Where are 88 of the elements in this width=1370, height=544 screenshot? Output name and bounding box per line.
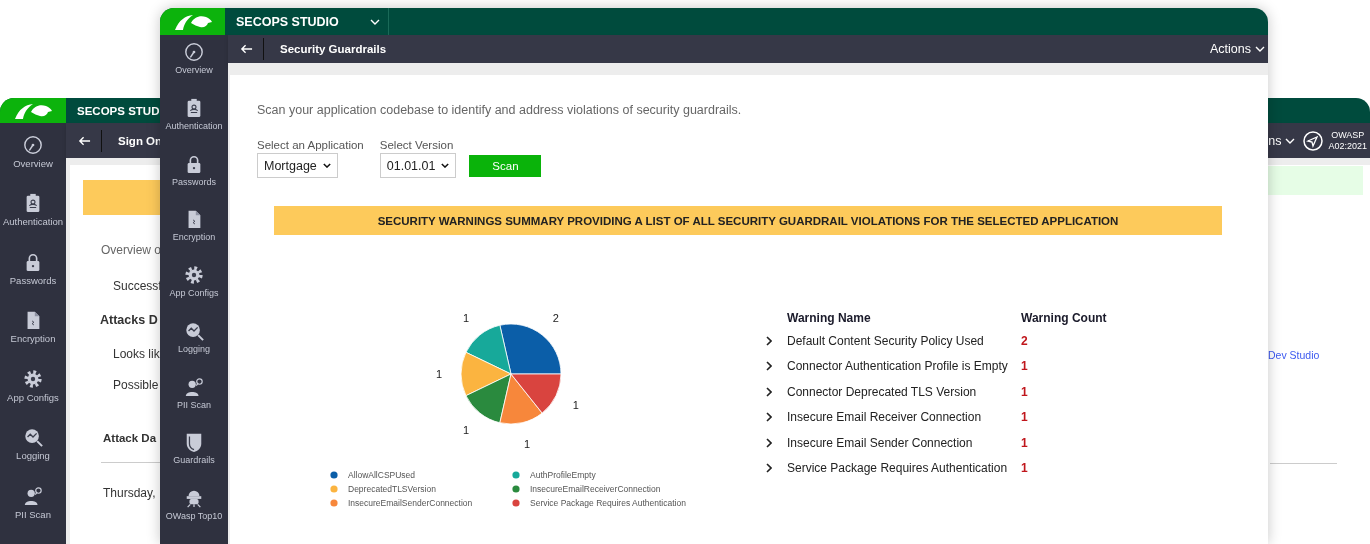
table-cell-text: Connector Deprecated TLS Version [787, 384, 978, 399]
application-dropdown[interactable]: Mortgage [257, 153, 338, 178]
magnifier-icon [23, 427, 43, 448]
field-label: Select an Application [257, 139, 364, 151]
table-cell-text: Insecure Email Receiver Connection [787, 410, 983, 425]
text: Attacks D [100, 313, 159, 327]
app-title: SECOPS STUDIO [236, 14, 339, 29]
person-search-icon [23, 485, 43, 506]
gauge-icon [23, 135, 43, 155]
sidebar-item[interactable]: Encryption [10, 333, 56, 345]
text: Looks lik [113, 347, 160, 361]
sidebar-item[interactable]: App Configs [7, 391, 59, 403]
data-label: 1 [463, 311, 470, 324]
column-header: Warning Count [1021, 310, 1107, 325]
gear-icon [23, 368, 43, 389]
gear-icon [184, 265, 204, 286]
table-cell-text: Connector Authentication Profile is Empty [787, 359, 1009, 374]
data-label: 2 [552, 311, 559, 324]
legend-label: Service Package Requires Authentication [530, 498, 686, 508]
chevron-right-icon[interactable] [766, 361, 772, 372]
back-arrow-icon[interactable] [240, 38, 264, 60]
table-cell: 1 [1021, 461, 1028, 476]
chevron-right-icon[interactable] [766, 463, 772, 474]
chevron-right-icon[interactable] [766, 335, 772, 346]
sidebar-item[interactable]: Guardrails [173, 455, 215, 466]
data-label: 1 [463, 424, 470, 437]
summary-banner: SECURITY WARNINGS SUMMARY PROVIDING A LIST OF ALL SECURITY GUARDRAIL VIOLATIONS FOR THE SELECTED APPLICATION [274, 206, 1222, 235]
sidebar-item[interactable]: OWasp Top10 [165, 511, 223, 522]
text: Possible [113, 378, 160, 392]
version-dropdown[interactable]: 01.01.01 [379, 153, 457, 178]
data-label: 1 [572, 399, 579, 412]
table-cell-text: Service Package Requires Authentication [787, 461, 1009, 476]
data-label: 1 [523, 438, 531, 451]
back-arrow-icon[interactable] [78, 129, 102, 152]
field-label: Select Version [379, 139, 455, 151]
legend-label: DeprecatedTLSVersion [348, 484, 436, 494]
text: Thursday, [103, 486, 157, 500]
sidebar-item[interactable]: Logging [177, 343, 210, 354]
sidebar-item[interactable]: App Configs [169, 288, 219, 299]
robot-icon [184, 488, 204, 509]
gauge-icon [184, 42, 204, 62]
chevron-down-icon [370, 18, 380, 25]
table-cell: 2 [1021, 333, 1028, 348]
chevron-right-icon[interactable] [766, 412, 772, 423]
badge-code: A02:2021 [1328, 140, 1367, 152]
magnifier-icon [184, 320, 204, 341]
person-search-icon [184, 376, 204, 397]
sidebar-item[interactable]: PII Scan [15, 508, 51, 520]
sidebar-item[interactable]: Encryption [172, 232, 216, 243]
logo-icon [13, 102, 53, 119]
chevron-right-icon[interactable] [766, 386, 772, 397]
legend-label: InsecureEmailSenderConnection [348, 498, 473, 508]
shield-icon [184, 432, 204, 453]
sidebar-item[interactable]: Logging [16, 450, 50, 462]
legend-label: AllowAllCSPUsed [348, 470, 416, 480]
legend-label: InsecureEmailReceiverConnection [530, 484, 661, 494]
table-cell: 1 [1021, 435, 1028, 450]
sidebar-item[interactable]: PII Scan [177, 399, 211, 410]
sidebar-item[interactable]: Authentication [2, 216, 64, 228]
caret-icon [441, 163, 450, 168]
data-label: 1 [435, 368, 443, 380]
badge-title: OWASP [1331, 129, 1365, 141]
page-title: Security Guardrails [280, 43, 387, 55]
link[interactable]: Dev Studio [1268, 349, 1370, 361]
table-cell-text: Insecure Email Sender Connection [787, 435, 974, 450]
sidebar-item[interactable]: Overview [13, 158, 53, 169]
caret-icon [322, 163, 331, 168]
table-cell-text: Default Content Security Policy Used [787, 333, 985, 348]
table-cell: 1 [1021, 410, 1028, 425]
paper-plane-icon [1303, 130, 1324, 151]
chevron-right-icon[interactable] [766, 437, 772, 448]
column-header: Warning Name [787, 310, 872, 325]
logo-icon [172, 13, 213, 30]
table-cell: 1 [1021, 359, 1028, 374]
legend-label: AuthProfileEmpty [530, 470, 596, 480]
sidebar-item[interactable]: Authentication [165, 120, 223, 131]
sidebar-item[interactable]: Passwords [172, 176, 216, 187]
chevron-down-icon [1285, 137, 1296, 144]
actions-menu[interactable]: ns [1268, 133, 1304, 148]
chevron-down-icon [1255, 46, 1265, 52]
sidebar-item[interactable]: Passwords [9, 274, 57, 286]
table-cell: 1 [1021, 384, 1028, 399]
text: Attack Da [103, 432, 158, 444]
sidebar-item[interactable]: Overview [175, 65, 213, 75]
description-text: Scan your application codebase to identify and address violations of security guardrails. [257, 103, 743, 117]
text: Overview o [101, 243, 160, 257]
app-title: SECOPS STUD [77, 104, 160, 117]
actions-menu[interactable]: Actions [1210, 42, 1268, 56]
